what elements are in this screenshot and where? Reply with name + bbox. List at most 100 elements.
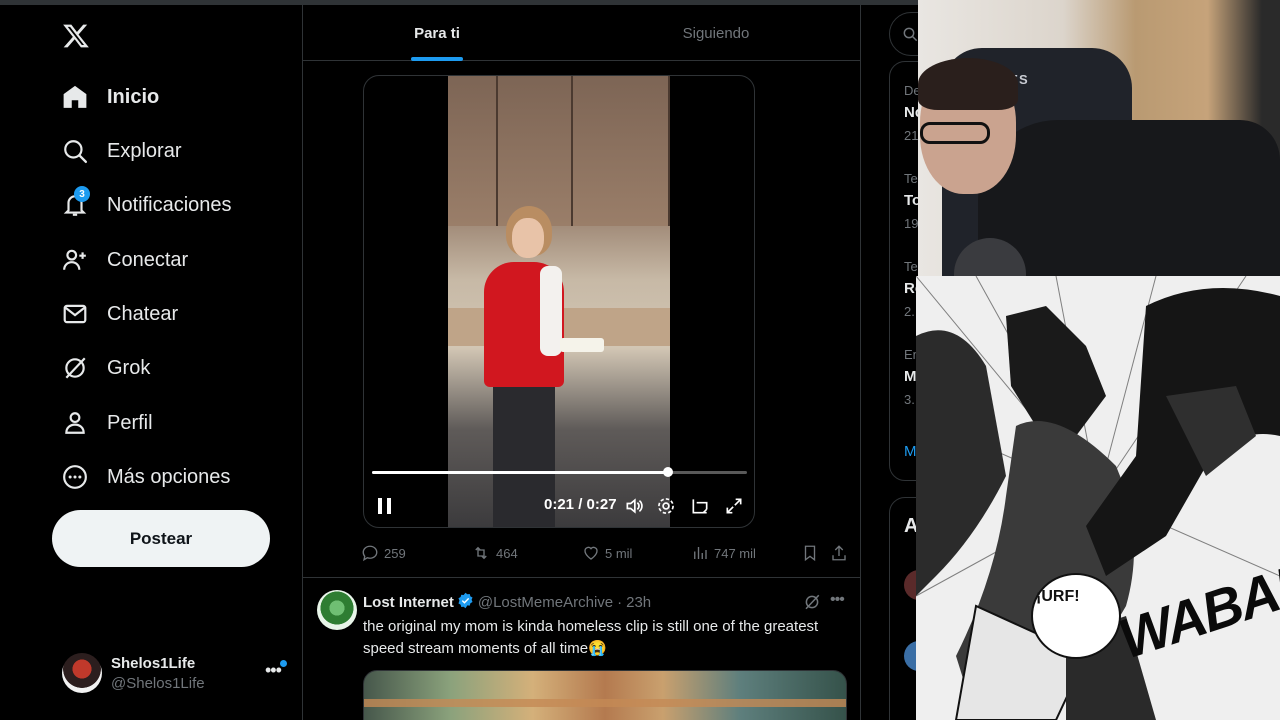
sidebar-nav: Inicio Explorar 3 Notificaciones Conecta… (0, 5, 302, 720)
tweet-text: the original my mom is kinda homeless cl… (363, 618, 819, 657)
video-frame (448, 76, 670, 527)
mail-icon (62, 301, 88, 327)
share-button[interactable] (830, 539, 853, 567)
views-count: 747 mil (714, 545, 756, 561)
sidebar-item-notificaciones[interactable]: 3 Notificaciones (62, 185, 232, 225)
pip-icon[interactable] (688, 494, 712, 518)
manga-panel-overlay: ¡URF! WABAM (916, 276, 1280, 720)
more-horizontal-icon[interactable]: ••• (265, 660, 282, 681)
tab-para-ti[interactable]: Para ti (303, 5, 571, 61)
trend-context: Te (904, 171, 918, 186)
speech-bubble-text: ¡URF! (1036, 588, 1080, 605)
avatar[interactable] (317, 590, 357, 630)
pause-icon[interactable] (374, 494, 396, 518)
kitchen-cabinet (573, 76, 670, 226)
reply-count: 259 (384, 545, 406, 561)
kitchen-cabinet (448, 76, 498, 226)
volume-icon[interactable] (622, 494, 646, 518)
notification-badge: 3 (74, 186, 90, 202)
tweet[interactable]: Lost Internet @LostMemeArchive · 23h •••… (303, 578, 860, 720)
sidebar-item-inicio[interactable]: Inicio (62, 77, 159, 117)
trend-title[interactable]: To (904, 192, 918, 209)
share-icon (832, 545, 846, 561)
trend-title[interactable]: M (904, 368, 917, 385)
tab-siguiendo[interactable]: Siguiendo (571, 5, 860, 61)
account-switcher[interactable]: Shelos1Life @Shelos1Life ••• (62, 648, 292, 698)
account-name: Shelos1Life (111, 654, 196, 672)
trend-title[interactable]: Nc (904, 104, 918, 121)
figure-plate (560, 338, 604, 352)
show-more-link[interactable]: M (904, 443, 917, 460)
sidebar-item-label: Grok (107, 356, 151, 379)
tweet-media[interactable] (363, 670, 847, 720)
more-circle-icon (62, 464, 88, 490)
webcam-overlay: UPPLIES (918, 0, 1280, 276)
trend-count: 2. (904, 304, 915, 319)
bookmark-icon (804, 545, 816, 562)
video-progress-bar[interactable] (372, 467, 747, 477)
avatar (62, 653, 102, 693)
separator: · (617, 594, 623, 611)
manga-artwork (916, 276, 1280, 720)
account-handle: @Shelos1Life (111, 674, 205, 692)
sidebar-item-label: Explorar (107, 139, 182, 162)
trend-count: 21 (904, 128, 918, 143)
video-progress-knob[interactable] (663, 467, 674, 477)
grok-icon[interactable] (803, 593, 821, 616)
person-body (978, 120, 1280, 276)
sidebar-item-label: Perfil (107, 411, 153, 434)
repost-icon (475, 546, 487, 560)
tweet-actions: 259 464 5 mil 747 mil (361, 539, 851, 567)
person-glasses (920, 122, 990, 144)
search-input[interactable] (889, 12, 918, 56)
x-logo-icon[interactable] (62, 22, 90, 50)
kitchen-cabinet (498, 76, 573, 226)
sidebar-item-perfil[interactable]: Perfil (62, 403, 153, 443)
fullscreen-icon[interactable] (722, 494, 746, 518)
like-count: 5 mil (605, 545, 633, 561)
right-sidebar: De Nc 21 Te To 19 Te Re 2. En M 3. M A (861, 5, 918, 720)
trend-context: De (904, 83, 918, 98)
home-icon (62, 84, 88, 110)
sidebar-item-grok[interactable]: Grok (62, 348, 150, 388)
repost-count: 464 (496, 545, 518, 561)
search-icon (62, 138, 88, 164)
video-progress-fill (372, 471, 669, 474)
sidebar-item-conectar[interactable]: Conectar (62, 240, 188, 280)
views-icon (694, 547, 707, 559)
views-button[interactable]: 747 mil (691, 539, 756, 567)
author-handle[interactable]: @LostMemeArchive (478, 594, 613, 611)
reply-icon (362, 545, 378, 562)
timeline-tabs: Para ti Siguiendo (303, 5, 860, 61)
tweet-time[interactable]: 23h (626, 594, 651, 611)
trend-context: Te (904, 259, 918, 274)
sidebar-item-chatear[interactable]: Chatear (62, 294, 178, 334)
search-icon (903, 27, 918, 42)
trend-count: 3. (904, 392, 915, 407)
sidebar-item-label: Inicio (107, 85, 160, 108)
author-name[interactable]: Lost Internet (363, 594, 454, 611)
sidebar-item-mas-opciones[interactable]: Más opciones (62, 457, 230, 497)
sidebar-item-explorar[interactable]: Explorar (62, 131, 181, 171)
bell-icon: 3 (62, 186, 90, 218)
person-icon (62, 410, 88, 436)
sidebar-item-label: Notificaciones (107, 193, 232, 216)
video-time: 0:21 / 0:27 (544, 496, 617, 513)
unread-dot (280, 660, 287, 667)
sidebar-item-label: Conectar (107, 248, 189, 271)
heart-icon (584, 546, 598, 560)
post-button[interactable]: Postear (52, 510, 270, 567)
timeline: Para ti Siguiendo 0:21 / 0:27 259 464 5 … (302, 5, 861, 720)
settings-icon[interactable] (654, 494, 678, 518)
like-button[interactable]: 5 mil (582, 539, 632, 567)
figure-towel (540, 266, 562, 356)
repost-button[interactable]: 464 (471, 539, 518, 567)
video-player[interactable]: 0:21 / 0:27 (363, 75, 755, 528)
figure-face (512, 218, 544, 258)
reply-button[interactable]: 259 (361, 539, 406, 567)
active-tab-indicator (411, 57, 463, 61)
bookmark-button[interactable] (801, 539, 824, 567)
tweet-header: Lost Internet @LostMemeArchive · 23h (363, 592, 651, 613)
more-horizontal-icon[interactable]: ••• (830, 591, 845, 609)
sidebar-item-label: Más opciones (107, 465, 231, 488)
